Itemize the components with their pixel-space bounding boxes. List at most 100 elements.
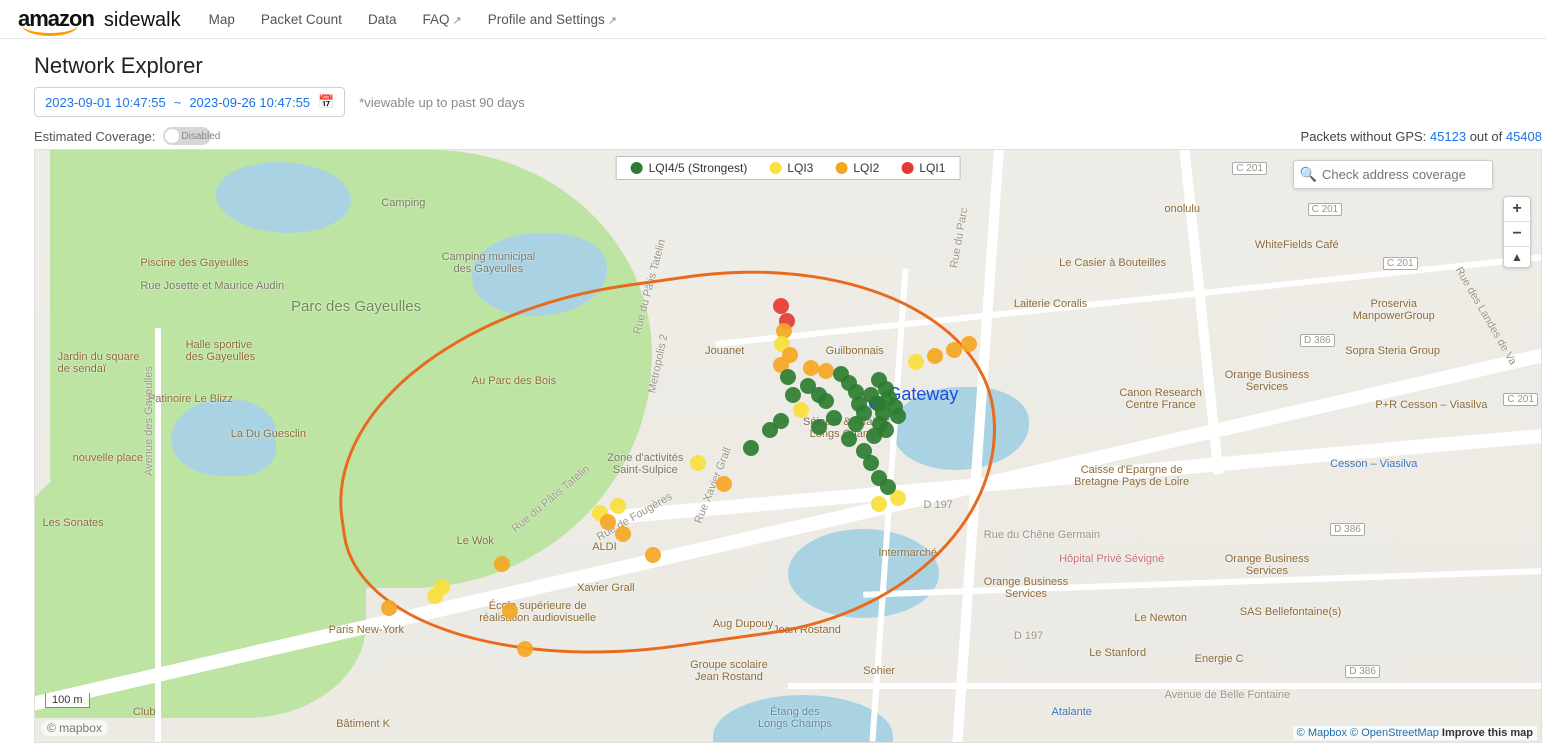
map-label: D 197 (924, 499, 953, 511)
packet-dot[interactable] (773, 298, 789, 314)
map-label: C 201 (1308, 203, 1343, 216)
coverage-status: Estimated Coverage: Disabled (34, 127, 211, 145)
packet-dot[interactable] (793, 402, 809, 418)
attrib-improve[interactable]: Improve this map (1442, 727, 1533, 739)
nav-settings[interactable]: Profile and Settings (488, 12, 617, 27)
map-legend: LQI4/5 (Strongest) LQI3 LQI2 LQI1 (616, 156, 961, 180)
packet-dot[interactable] (690, 455, 706, 471)
packet-dot[interactable] (841, 431, 857, 447)
map-label: D 197 (1014, 630, 1043, 642)
map-label: D 386 (1330, 523, 1365, 536)
map-label: Guilbonnais (826, 345, 884, 357)
top-nav: amazon sidewalk Map Packet Count Data FA… (0, 0, 1546, 39)
map-label: Groupe scolaire Jean Rostand (690, 659, 768, 683)
brand-logo: amazon sidewalk (18, 6, 181, 32)
date-hint: *viewable up to past 90 days (359, 95, 525, 110)
legend-lqi3: LQI3 (769, 161, 813, 175)
map-label: Le Stanford (1089, 647, 1146, 659)
brand-sidewalk: sidewalk (104, 9, 181, 32)
coverage-toggle-text: Disabled (181, 131, 220, 142)
packet-dot[interactable] (716, 476, 732, 492)
coverage-label: Estimated Coverage: (34, 129, 155, 144)
map-label: Rue Josette et Maurice Audin (140, 280, 284, 292)
nav-packet-count[interactable]: Packet Count (261, 12, 342, 27)
map-label: Zone d'activités Saint-Sulpice (607, 452, 683, 476)
map-label: D 386 (1300, 334, 1335, 347)
map-label: Au Parc des Bois (472, 375, 556, 387)
map-search-input[interactable] (1293, 160, 1493, 189)
attrib-mapbox[interactable]: © Mapbox (1297, 727, 1347, 739)
legend-dot-icon (901, 162, 913, 174)
date-from: 2023-09-01 10:47:55 (45, 95, 166, 110)
packet-dot[interactable] (600, 514, 616, 530)
packet-dot[interactable] (494, 556, 510, 572)
map-label: Intermarché (878, 547, 937, 559)
map-label: Rue du Chêne Germain (984, 529, 1100, 541)
map-label: nouvelle place (73, 452, 143, 464)
nav-links: Map Packet Count Data FAQ Profile and Se… (209, 12, 617, 27)
map-label: Paris New-York (329, 624, 404, 636)
date-row: 2023-09-01 10:47:55 ~ 2023-09-26 10:47:5… (34, 87, 1528, 117)
legend-lqi45: LQI4/5 (Strongest) (631, 161, 748, 175)
map-label: Hôpital Privé Sévigné (1059, 553, 1164, 565)
map-label: Le Casier à Bouteilles (1059, 257, 1166, 269)
map-label: Avenue des Gayeulles (143, 366, 155, 476)
nav-faq[interactable]: FAQ (422, 12, 461, 27)
map-label: Bâtiment K (336, 718, 390, 730)
map-canvas[interactable]: Parc des Gayeulles Camping municipal des… (34, 149, 1542, 743)
packets-count[interactable]: 45123 (1430, 129, 1466, 144)
packets-total[interactable]: 45408 (1506, 129, 1542, 144)
legend-dot-icon (631, 162, 643, 174)
map-label: Camping municipal des Gayeulles (442, 251, 536, 275)
map-label: WhiteFields Café (1255, 239, 1339, 251)
map-label: Proservia ManpowerGroup (1353, 298, 1435, 322)
packet-dot[interactable] (890, 408, 906, 424)
packets-label: Packets without GPS: (1301, 129, 1427, 144)
packet-dot[interactable] (811, 419, 827, 435)
map-label: Atalante (1052, 706, 1092, 718)
packet-dot[interactable] (615, 526, 631, 542)
map-label: Orange Business Services (1225, 369, 1309, 393)
packet-dot[interactable] (743, 440, 759, 456)
date-range-picker[interactable]: 2023-09-01 10:47:55 ~ 2023-09-26 10:47:5… (34, 87, 345, 117)
map-label: Étang des Longs Champs (758, 706, 832, 730)
packet-dot[interactable] (927, 348, 943, 364)
map-label: SAS Bellefontaine(s) (1240, 606, 1342, 618)
map-label: C 201 (1383, 257, 1418, 270)
map-label: Aug Dupouy (713, 618, 774, 630)
nav-data[interactable]: Data (368, 12, 397, 27)
map-label: Sohier (863, 665, 895, 677)
packet-dot[interactable] (645, 547, 661, 563)
map-label: Sopra Steria Group (1345, 345, 1440, 357)
map-label: C 201 (1503, 393, 1538, 406)
page-title: Network Explorer (34, 53, 1528, 79)
map-label: Patinoire Le Blizz (148, 393, 233, 405)
map-label: Piscine des Gayeulles (140, 257, 248, 269)
legend-dot-icon (769, 162, 781, 174)
map-label: Caisse d'Epargne de Bretagne Pays de Loi… (1074, 464, 1189, 488)
map-label: Le Newton (1134, 612, 1187, 624)
map-label: École supérieure de réalisation audiovis… (479, 600, 596, 624)
packet-dot[interactable] (871, 372, 887, 388)
packet-dot[interactable] (502, 603, 518, 619)
map-label: Le Wok (457, 535, 494, 547)
attrib-osm[interactable]: © OpenStreetMap (1350, 727, 1439, 739)
packet-dot[interactable] (785, 387, 801, 403)
legend-lqi2: LQI2 (835, 161, 879, 175)
map-label: Canon Research Centre France (1119, 387, 1202, 411)
packet-dot[interactable] (880, 479, 896, 495)
map-label: La Du Guesclin (231, 428, 306, 440)
map-label: Xavier Grall (577, 582, 634, 594)
compass-button[interactable]: ▲ (1504, 246, 1530, 267)
map-label: Orange Business Services (984, 576, 1068, 600)
packet-dot[interactable] (818, 393, 834, 409)
zoom-in-button[interactable]: + (1504, 197, 1530, 221)
map-zoom-controls: + − ▲ (1503, 196, 1531, 268)
zoom-out-button[interactable]: − (1504, 221, 1530, 246)
search-icon: 🔍 (1300, 166, 1317, 183)
coverage-toggle[interactable]: Disabled (163, 127, 211, 145)
map-lake (788, 529, 939, 618)
mapbox-logo: © mapbox (41, 720, 108, 736)
nav-map[interactable]: Map (209, 12, 235, 27)
map-label: Jean Rostand (773, 624, 841, 636)
